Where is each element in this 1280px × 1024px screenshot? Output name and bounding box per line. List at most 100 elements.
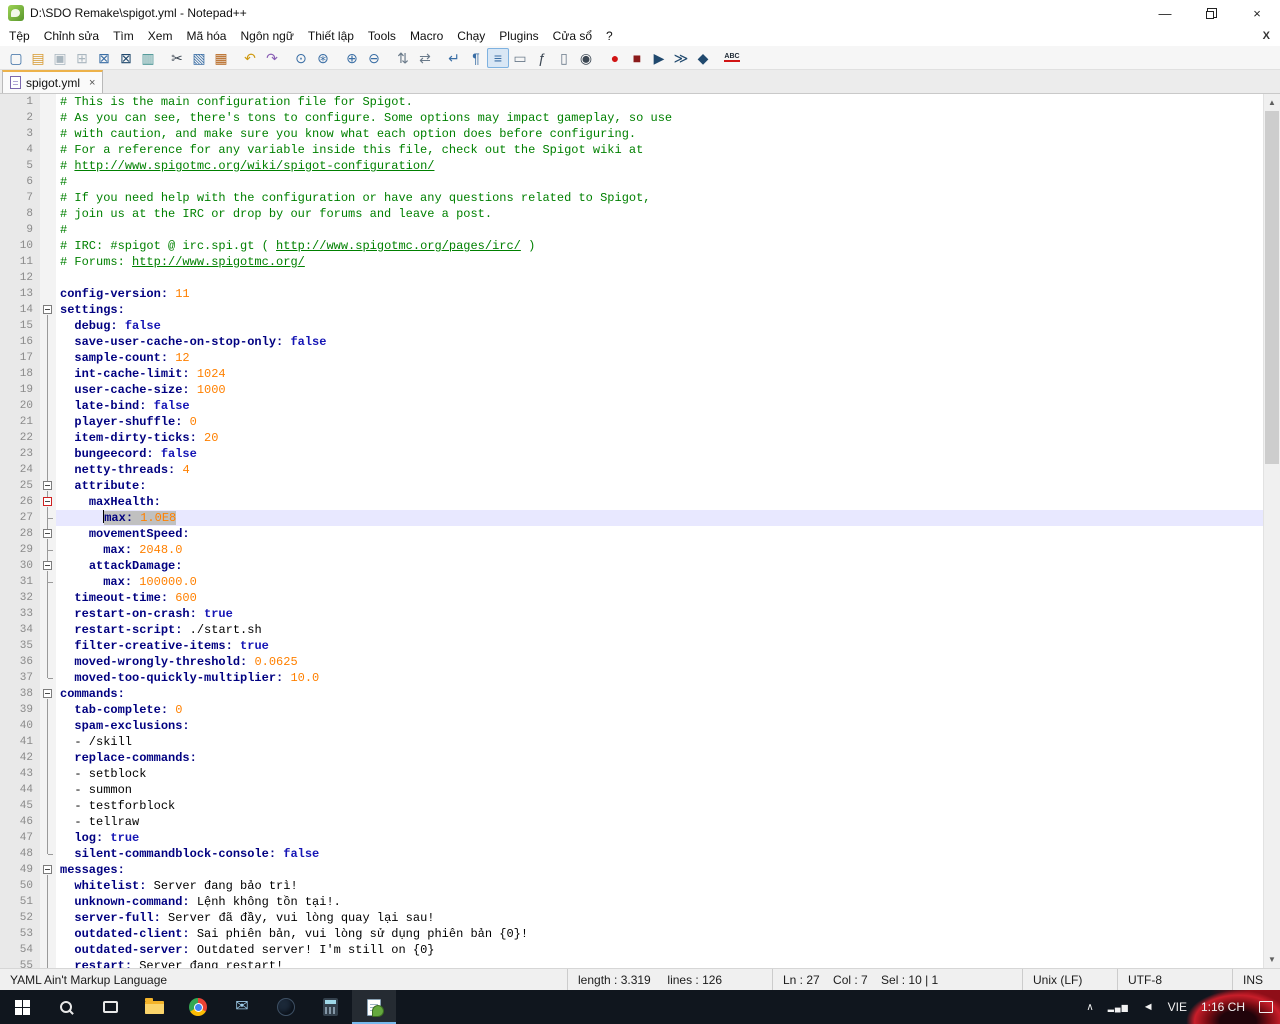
- line-number[interactable]: 50: [0, 878, 40, 894]
- sync-vertical-icon[interactable]: ⇅: [392, 48, 414, 68]
- editor-line-47[interactable]: 47 log: true: [0, 830, 1263, 846]
- close-file-icon[interactable]: ⊠: [93, 48, 115, 68]
- editor-line-16[interactable]: 16 save-user-cache-on-stop-only: false: [0, 334, 1263, 350]
- line-number[interactable]: 55: [0, 958, 40, 968]
- line-number[interactable]: 22: [0, 430, 40, 446]
- line-number[interactable]: 25: [0, 478, 40, 494]
- save-all-icon[interactable]: ⊞: [71, 48, 93, 68]
- scroll-up-button[interactable]: ▲: [1264, 94, 1280, 111]
- task-view-button[interactable]: [88, 990, 132, 1024]
- line-number[interactable]: 24: [0, 462, 40, 478]
- line-number[interactable]: 17: [0, 350, 40, 366]
- editor-line-28[interactable]: 28 movementSpeed:: [0, 526, 1263, 542]
- notepadpp-taskbar-button[interactable]: [352, 990, 396, 1024]
- menu-close-document-button[interactable]: X: [1253, 30, 1280, 42]
- editor-line-39[interactable]: 39 tab-complete: 0: [0, 702, 1263, 718]
- line-number[interactable]: 52: [0, 910, 40, 926]
- menu-item-6[interactable]: Thiết lập: [301, 27, 361, 45]
- word-wrap-icon[interactable]: ↵: [443, 48, 465, 68]
- editor-line-7[interactable]: 7# If you need help with the configurati…: [0, 190, 1263, 206]
- line-number[interactable]: 21: [0, 414, 40, 430]
- editor-line-29[interactable]: 29 max: 2048.0: [0, 542, 1263, 558]
- copy-icon[interactable]: ▧: [188, 48, 210, 68]
- editor-line-11[interactable]: 11# Forums: http://www.spigotmc.org/: [0, 254, 1263, 270]
- function-list-icon[interactable]: ƒ: [531, 48, 553, 68]
- print-icon[interactable]: ▥: [137, 48, 159, 68]
- fold-toggle-icon[interactable]: [40, 494, 56, 510]
- editor-line-27[interactable]: 27 max: 1.0E8: [0, 510, 1263, 526]
- close-button[interactable]: ×: [1234, 0, 1280, 26]
- sync-horizontal-icon[interactable]: ⇄: [414, 48, 436, 68]
- line-number[interactable]: 49: [0, 862, 40, 878]
- editor-line-55[interactable]: 55 restart: Server đang restart!: [0, 958, 1263, 968]
- tab-close-icon[interactable]: ×: [89, 77, 95, 89]
- chrome-button[interactable]: [176, 990, 220, 1024]
- editor-line-42[interactable]: 42 replace-commands:: [0, 750, 1263, 766]
- editor-line-30[interactable]: 30 attackDamage:: [0, 558, 1263, 574]
- open-file-icon[interactable]: ▤: [27, 48, 49, 68]
- find-icon[interactable]: ⊙: [290, 48, 312, 68]
- line-number[interactable]: 9: [0, 222, 40, 238]
- editor-line-48[interactable]: 48 silent-commandblock-console: false: [0, 846, 1263, 862]
- editor-line-17[interactable]: 17 sample-count: 12: [0, 350, 1263, 366]
- line-number[interactable]: 23: [0, 446, 40, 462]
- line-number[interactable]: 1: [0, 94, 40, 110]
- editor-line-44[interactable]: 44 - summon: [0, 782, 1263, 798]
- editor-line-12[interactable]: 12: [0, 270, 1263, 286]
- tray-chevron-icon[interactable]: ∧: [1079, 1002, 1100, 1013]
- editor-line-43[interactable]: 43 - setblock: [0, 766, 1263, 782]
- editor-line-45[interactable]: 45 - testforblock: [0, 798, 1263, 814]
- mail-button[interactable]: ✉: [220, 990, 264, 1024]
- line-number[interactable]: 5: [0, 158, 40, 174]
- line-number[interactable]: 20: [0, 398, 40, 414]
- editor-line-5[interactable]: 5# http://www.spigotmc.org/wiki/spigot-c…: [0, 158, 1263, 174]
- calculator-button[interactable]: [308, 990, 352, 1024]
- editor-line-38[interactable]: 38commands:: [0, 686, 1263, 702]
- pinned-dark-app-button[interactable]: [264, 990, 308, 1024]
- line-number[interactable]: 33: [0, 606, 40, 622]
- line-number[interactable]: 15: [0, 318, 40, 334]
- line-number[interactable]: 28: [0, 526, 40, 542]
- line-number[interactable]: 51: [0, 894, 40, 910]
- editor-line-8[interactable]: 8# join us at the IRC or drop by our for…: [0, 206, 1263, 222]
- title-bar[interactable]: D:\SDO Remake\spigot.yml - Notepad++ — ×: [0, 0, 1280, 26]
- redo-icon[interactable]: ↷: [261, 48, 283, 68]
- line-number[interactable]: 4: [0, 142, 40, 158]
- menu-item-3[interactable]: Xem: [141, 27, 180, 45]
- line-number[interactable]: 54: [0, 942, 40, 958]
- monitoring-icon[interactable]: ◉: [575, 48, 597, 68]
- editor-line-18[interactable]: 18 int-cache-limit: 1024: [0, 366, 1263, 382]
- line-number[interactable]: 8: [0, 206, 40, 222]
- clock[interactable]: 1:16 CH: [1194, 1000, 1252, 1014]
- line-number[interactable]: 31: [0, 574, 40, 590]
- editor-line-22[interactable]: 22 item-dirty-ticks: 20: [0, 430, 1263, 446]
- fold-toggle-icon[interactable]: [40, 302, 56, 318]
- menu-item-8[interactable]: Macro: [403, 27, 450, 45]
- menu-item-2[interactable]: Tìm: [106, 27, 141, 45]
- editor-line-15[interactable]: 15 debug: false: [0, 318, 1263, 334]
- menu-item-4[interactable]: Mã hóa: [179, 27, 233, 45]
- editor-line-23[interactable]: 23 bungeecord: false: [0, 446, 1263, 462]
- editor-line-46[interactable]: 46 - tellraw: [0, 814, 1263, 830]
- line-number[interactable]: 53: [0, 926, 40, 942]
- fold-toggle-icon[interactable]: [40, 526, 56, 542]
- line-number[interactable]: 12: [0, 270, 40, 286]
- menu-item-12[interactable]: ?: [599, 27, 620, 45]
- editor-line-1[interactable]: 1# This is the main configuration file f…: [0, 94, 1263, 110]
- action-center-button[interactable]: [1252, 1001, 1280, 1013]
- editor-line-19[interactable]: 19 user-cache-size: 1000: [0, 382, 1263, 398]
- start-button[interactable]: [0, 990, 44, 1024]
- editor-line-35[interactable]: 35 filter-creative-items: true: [0, 638, 1263, 654]
- editor-line-3[interactable]: 3# with caution, and make sure you know …: [0, 126, 1263, 142]
- close-all-icon[interactable]: ⊠: [115, 48, 137, 68]
- editor-line-36[interactable]: 36 moved-wrongly-threshold: 0.0625: [0, 654, 1263, 670]
- menu-item-5[interactable]: Ngôn ngữ: [233, 27, 300, 45]
- editor-line-25[interactable]: 25 attribute:: [0, 478, 1263, 494]
- line-number[interactable]: 34: [0, 622, 40, 638]
- line-number[interactable]: 47: [0, 830, 40, 846]
- tab-spigot-yml[interactable]: spigot.yml ×: [2, 70, 103, 93]
- editor-line-52[interactable]: 52 server-full: Server đã đầy, vui lòng …: [0, 910, 1263, 926]
- save-macro-icon[interactable]: ◆: [692, 48, 714, 68]
- editor-line-51[interactable]: 51 unknown-command: Lệnh không tồn tại!.: [0, 894, 1263, 910]
- line-number[interactable]: 48: [0, 846, 40, 862]
